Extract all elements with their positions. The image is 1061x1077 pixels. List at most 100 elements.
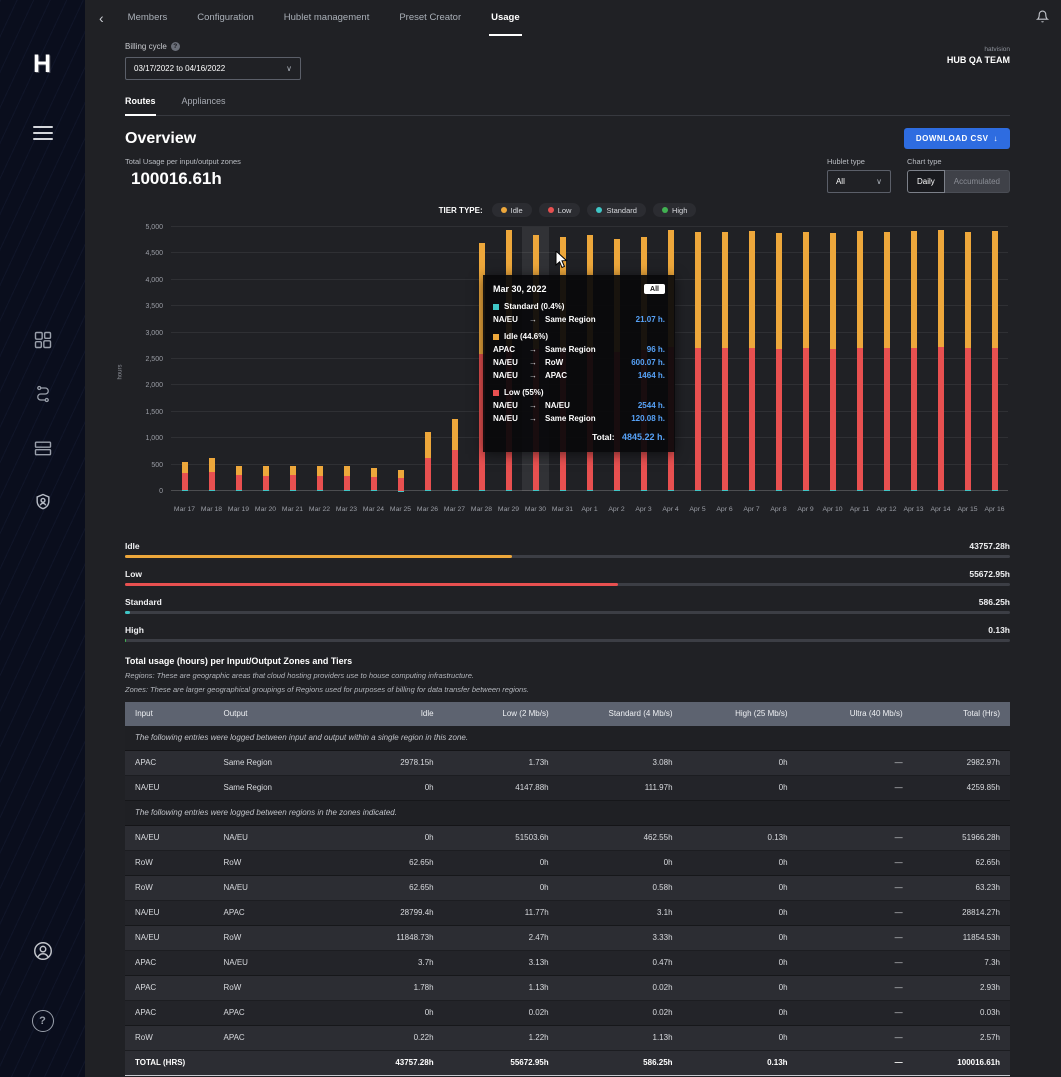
stacked-bar — [371, 468, 377, 491]
subtab-routes[interactable]: Routes — [125, 96, 156, 116]
subtab-appliances[interactable]: Appliances — [182, 96, 226, 116]
bar-column-apr-13[interactable] — [900, 227, 927, 491]
sidebar-item-routes[interactable] — [0, 384, 85, 404]
tier-usage-track[interactable] — [125, 583, 1010, 586]
table-row: NA/EUSame Region0h4147.88h111.97h0h—4259… — [125, 776, 1010, 801]
bar-column-apr-12[interactable] — [873, 227, 900, 491]
bar-segment-low — [209, 472, 215, 490]
legend-item-standard[interactable]: Standard — [587, 203, 645, 217]
stacked-bar — [209, 458, 215, 491]
x-axis-label: Mar 17 — [171, 506, 198, 513]
tier-usage-track[interactable] — [125, 639, 1010, 642]
billing-cycle-select[interactable]: 03/17/2022 to 04/16/2022 ∨ — [125, 57, 301, 80]
bar-column-mar-27[interactable] — [441, 227, 468, 491]
bar-column-mar-18[interactable] — [198, 227, 225, 491]
bar-column-mar-24[interactable] — [360, 227, 387, 491]
table-row: APACSame Region2978.15h1.73h3.08h0h—2982… — [125, 751, 1010, 776]
stacked-bar — [884, 232, 890, 491]
arrow-right-icon: → — [529, 358, 545, 367]
bar-column-mar-19[interactable] — [225, 227, 252, 491]
notifications-button[interactable] — [1036, 10, 1049, 28]
bar-column-apr-7[interactable] — [738, 227, 765, 491]
table-cell: — — [798, 926, 913, 951]
table-cell: 0.03h — [913, 1001, 1010, 1026]
table-cell: 0h — [683, 951, 798, 976]
sidebar-item-help[interactable]: ? — [0, 1010, 85, 1032]
bar-column-mar-23[interactable] — [333, 227, 360, 491]
x-axis-label: Mar 18 — [198, 506, 225, 513]
route-to: Same Region — [545, 414, 631, 423]
bar-column-mar-17[interactable] — [171, 227, 198, 491]
tier-usage-fill — [125, 583, 618, 586]
sidebar-item-account[interactable] — [0, 940, 85, 962]
table-cell: 43757.28h — [355, 1051, 444, 1076]
x-axis-label: Apr 15 — [954, 506, 981, 513]
chart-type-accumulated[interactable]: Accumulated — [945, 170, 1010, 193]
bar-segment-low — [857, 348, 863, 490]
team-info: hatvision HUB QA TEAM — [947, 46, 1010, 65]
bar-column-apr-15[interactable] — [954, 227, 981, 491]
bar-column-mar-21[interactable] — [279, 227, 306, 491]
legend-item-high[interactable]: High — [653, 203, 696, 217]
table-cell: 2.93h — [913, 976, 1010, 1001]
sidebar-item-admin[interactable] — [0, 492, 85, 512]
route-hours: 120.08 h. — [631, 414, 665, 423]
bar-column-mar-20[interactable] — [252, 227, 279, 491]
menu-button[interactable] — [0, 126, 85, 140]
bar-segment-standard — [749, 490, 755, 491]
chart-controls: Hublet type All ∨ Chart type DailyAccumu… — [827, 157, 1010, 193]
bar-column-apr-6[interactable] — [711, 227, 738, 491]
tab-hublet-management[interactable]: Hublet management — [282, 0, 372, 36]
legend-item-idle[interactable]: Idle — [492, 203, 532, 217]
legend-item-low[interactable]: Low — [539, 203, 581, 217]
bar-segment-idle — [938, 230, 944, 347]
bar-segment-standard — [641, 490, 647, 491]
sidebar-item-appliances[interactable] — [0, 438, 85, 458]
download-csv-button[interactable]: DOWNLOAD CSV ↓ — [904, 128, 1010, 149]
bar-column-apr-8[interactable] — [765, 227, 792, 491]
bar-segment-standard — [506, 490, 512, 491]
tier-usage-track[interactable] — [125, 611, 1010, 614]
x-axis-label: Apr 3 — [630, 506, 657, 513]
tab-members[interactable]: Members — [126, 0, 170, 36]
tab-preset-creator[interactable]: Preset Creator — [397, 0, 463, 36]
table-cell: 0h — [683, 926, 798, 951]
table-cell: 3.13h — [444, 951, 559, 976]
bar-column-mar-22[interactable] — [306, 227, 333, 491]
appliances-icon — [33, 438, 53, 458]
hublet-type-select[interactable]: All ∨ — [827, 170, 891, 193]
bar-column-mar-25[interactable] — [387, 227, 414, 491]
bar-column-apr-11[interactable] — [846, 227, 873, 491]
table-cell: — — [798, 1026, 913, 1051]
tooltip-total-value: 4845.22 h. — [622, 432, 665, 442]
bar-column-apr-9[interactable] — [792, 227, 819, 491]
bar-column-apr-14[interactable] — [927, 227, 954, 491]
tooltip-route-row: NA/EU→RoW600.07 h. — [493, 358, 665, 367]
routes-appliances-tabs: Routes Appliances — [125, 96, 1010, 116]
tier-label: High — [125, 625, 144, 635]
chevron-down-icon: ∨ — [876, 177, 882, 186]
bar-column-apr-5[interactable] — [684, 227, 711, 491]
info-icon[interactable]: ? — [171, 42, 180, 51]
table-cell: RoW — [214, 851, 356, 876]
table-cell: 0.22h — [355, 1026, 444, 1051]
y-axis-tick: 4,000 — [125, 277, 163, 284]
bar-column-apr-10[interactable] — [819, 227, 846, 491]
tab-usage[interactable]: Usage — [489, 0, 522, 36]
tier-color-swatch — [493, 390, 499, 396]
sidebar-item-dashboard[interactable] — [0, 330, 85, 350]
bar-segment-idle — [884, 232, 890, 348]
legend-dot — [662, 207, 668, 213]
logo[interactable]: H — [0, 50, 85, 79]
tab-configuration[interactable]: Configuration — [195, 0, 256, 36]
bar-column-apr-16[interactable] — [981, 227, 1008, 491]
back-chevron-icon[interactable]: ‹ — [99, 10, 104, 26]
chart-type-daily[interactable]: Daily — [907, 170, 945, 193]
x-axis-label: Apr 14 — [927, 506, 954, 513]
bar-column-mar-26[interactable] — [414, 227, 441, 491]
legend-items: Idle Low Standard High — [492, 203, 697, 217]
tier-usage-track[interactable] — [125, 555, 1010, 558]
table-cell: 0h — [683, 901, 798, 926]
x-axis-label: Apr 6 — [711, 506, 738, 513]
table-cell: RoW — [125, 1026, 214, 1051]
